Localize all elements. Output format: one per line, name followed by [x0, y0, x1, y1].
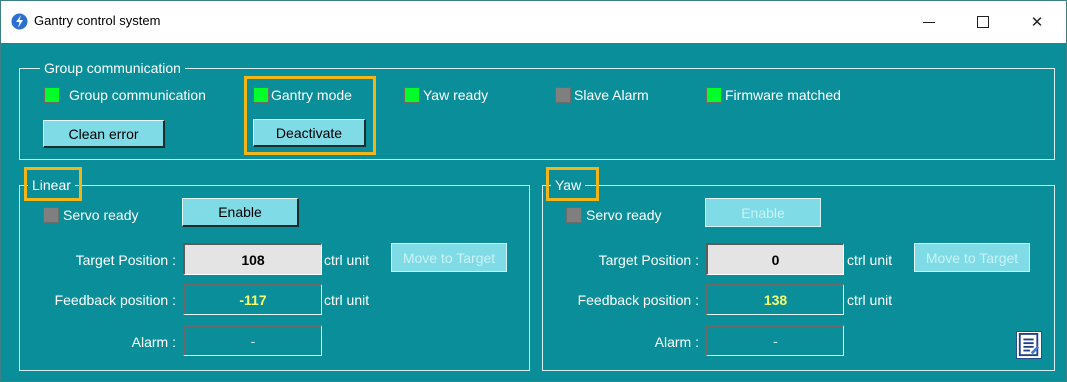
group-communication-led	[44, 87, 60, 103]
linear-servo-ready-label: Servo ready	[63, 207, 139, 223]
slave-alarm-label: Slave Alarm	[574, 87, 649, 103]
yaw-feedback-value: 138	[706, 284, 844, 315]
window-title: Gantry control system	[34, 13, 161, 28]
slave-alarm-led	[555, 87, 571, 103]
linear-feedback-unit: ctrl unit	[324, 292, 370, 308]
yaw-target-position-input[interactable]: 0	[706, 243, 844, 275]
app-logo-icon	[11, 13, 28, 30]
yaw-servo-ready-led	[566, 207, 582, 223]
yaw-enable-button[interactable]: Enable	[705, 198, 821, 227]
firmware-matched-label: Firmware matched	[725, 87, 841, 103]
linear-target-unit: ctrl unit	[324, 252, 370, 268]
linear-target-position-label: Target Position :	[75, 252, 176, 268]
yaw-move-to-target-button[interactable]: Move to Target	[914, 243, 1030, 272]
linear-target-position-input[interactable]: 108	[183, 243, 322, 275]
maximize-button[interactable]	[961, 7, 1005, 37]
yaw-feedback-label: Feedback position :	[577, 292, 699, 308]
linear-feedback-label: Feedback position :	[54, 292, 176, 308]
deactivate-button[interactable]: Deactivate	[253, 119, 366, 147]
yaw-feedback-unit: ctrl unit	[847, 292, 893, 308]
firmware-matched-led	[706, 87, 722, 103]
yaw-servo-ready-label: Servo ready	[586, 207, 662, 223]
linear-alarm-label: Alarm :	[131, 334, 176, 350]
yaw-alarm-value: -	[706, 325, 844, 356]
yaw-alarm-label: Alarm :	[654, 334, 699, 350]
yaw-legend: Yaw	[551, 177, 586, 193]
main-window: Gantry control system ✕ Group communicat…	[0, 0, 1067, 382]
yaw-ready-label: Yaw ready	[423, 87, 489, 103]
close-button[interactable]: ✕	[1015, 7, 1059, 37]
linear-servo-ready-led	[43, 207, 59, 223]
group-communication-legend: Group communication	[40, 60, 185, 76]
yaw-target-position-label: Target Position :	[598, 252, 699, 268]
linear-alarm-value: -	[183, 325, 322, 356]
minimize-button[interactable]	[907, 7, 951, 37]
gantry-mode-label: Gantry mode	[271, 87, 352, 103]
linear-legend: Linear	[28, 177, 75, 193]
group-communication-panel: Group communication	[19, 60, 1055, 160]
group-communication-indicator-label: Group communication	[69, 87, 206, 103]
yaw-target-unit: ctrl unit	[847, 252, 893, 268]
title-bar: Gantry control system ✕	[1, 1, 1066, 43]
report-icon[interactable]	[1016, 331, 1042, 359]
linear-move-to-target-button[interactable]: Move to Target	[391, 243, 507, 272]
linear-feedback-value: -117	[183, 284, 322, 315]
clean-error-button[interactable]: Clean error	[43, 120, 165, 148]
close-icon: ✕	[1030, 14, 1044, 31]
client-area: Group communication Group communication …	[1, 43, 1066, 381]
linear-enable-button[interactable]: Enable	[182, 198, 299, 227]
yaw-ready-led	[404, 87, 420, 103]
gantry-mode-led	[253, 87, 269, 103]
